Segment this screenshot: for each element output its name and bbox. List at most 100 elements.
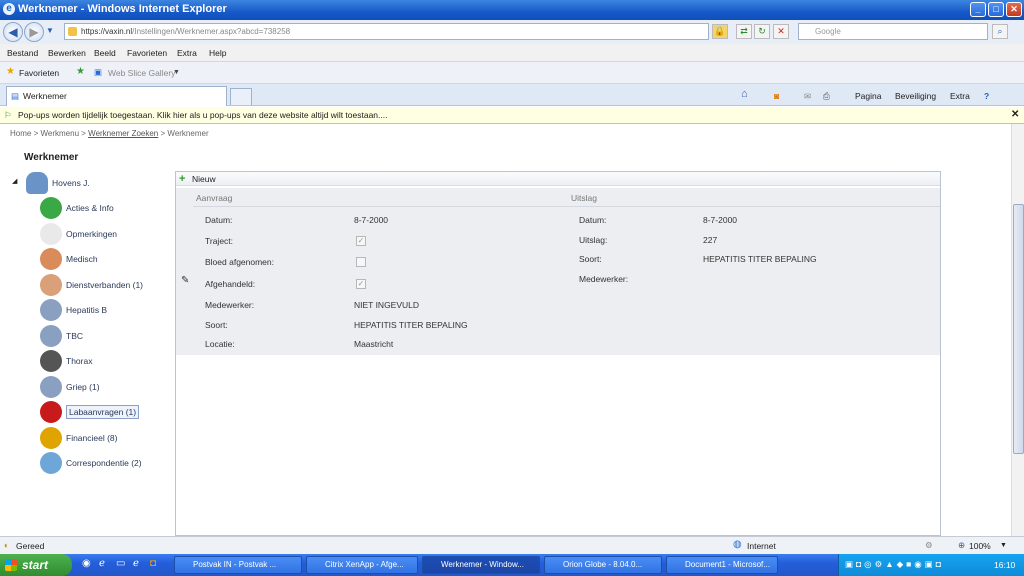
- uitslag-medewerker-label: Medewerker:: [579, 274, 629, 284]
- home-icon[interactable]: ⌂: [741, 88, 748, 100]
- quicklaunch-ie-icon[interactable]: ℯ: [99, 558, 105, 569]
- quicklaunch-outlook-icon[interactable]: ◘: [150, 558, 156, 569]
- acties-info-icon: [40, 197, 62, 219]
- zoom-icon[interactable]: ⊕: [958, 540, 965, 551]
- zoom-level[interactable]: 100%: [969, 541, 991, 551]
- menu-bewerken[interactable]: Bewerken: [48, 48, 86, 58]
- lock-icon[interactable]: 🔒: [712, 24, 728, 39]
- sidebar-item-thorax[interactable]: Thorax: [38, 349, 168, 373]
- minimize-button[interactable]: _: [970, 2, 986, 17]
- compatibility-icon[interactable]: ⇄: [736, 24, 752, 39]
- tray-icons[interactable]: ▣◘◎⚙▲◆■◉▣◘: [845, 559, 944, 570]
- cmd-pagina[interactable]: Pagina: [855, 91, 881, 101]
- taskbar-outlook[interactable]: Postvak IN - Postvak ...: [174, 556, 302, 574]
- help-icon[interactable]: ?: [984, 91, 989, 101]
- cmd-beveiliging[interactable]: Beveiliging: [895, 91, 936, 101]
- start-button[interactable]: start: [0, 554, 72, 576]
- edit-pencil-icon[interactable]: ✎: [181, 275, 189, 286]
- sidebar-item-griep[interactable]: Griep (1): [38, 375, 168, 399]
- quicklaunch-browser-icon[interactable]: ◉: [82, 558, 91, 569]
- locatie-label: Locatie:: [205, 339, 235, 349]
- sidebar-item-tbc[interactable]: TBC: [38, 324, 168, 348]
- aanvraag-datum-value: 8-7-2000: [354, 215, 389, 225]
- add-icon[interactable]: +: [179, 172, 185, 186]
- sidebar-item-labaanvragen[interactable]: Labaanvragen (1): [38, 400, 168, 424]
- menu-extra[interactable]: Extra: [177, 48, 197, 58]
- mail-icon[interactable]: ✉: [804, 91, 811, 102]
- crumb-werkmenu[interactable]: Werkmenu: [40, 129, 79, 138]
- feeds-icon[interactable]: ◙: [774, 91, 779, 101]
- favorites-button[interactable]: Favorieten: [19, 68, 59, 78]
- add-favorite-icon[interactable]: ★: [76, 66, 85, 77]
- forward-button[interactable]: ▶: [24, 22, 44, 42]
- afgehandeld-checkbox[interactable]: ✓: [356, 279, 366, 289]
- quicklaunch-desktop-icon[interactable]: ▭: [116, 558, 125, 569]
- infobar-close-icon[interactable]: ✕: [1011, 107, 1019, 123]
- search-icon[interactable]: ⌕: [992, 24, 1008, 39]
- person-icon: [26, 172, 48, 194]
- menu-favorieten[interactable]: Favorieten: [127, 48, 167, 58]
- back-button[interactable]: ◀: [3, 22, 23, 42]
- quicklaunch-ie2-icon[interactable]: ℯ: [133, 558, 139, 569]
- tree-collapse-icon[interactable]: ◢: [12, 177, 17, 185]
- taskbar-word[interactable]: Document1 - Microsof...: [666, 556, 778, 574]
- afgehandeld-label: Afgehandeld:: [205, 279, 256, 289]
- print-icon[interactable]: ⎙: [823, 91, 830, 102]
- sidebar-item-medisch[interactable]: Medisch: [38, 247, 168, 271]
- sidebar-person[interactable]: Hovens J.: [24, 171, 154, 195]
- history-dropdown-icon[interactable]: ▼: [46, 26, 54, 35]
- close-window-button[interactable]: ✕: [1006, 2, 1022, 17]
- taskbar-citrix[interactable]: Citrix XenApp - Afge...: [306, 556, 418, 574]
- aanvraag-medewerker-label: Medewerker:: [205, 300, 255, 310]
- status-icon: ◐: [4, 540, 10, 550]
- search-input[interactable]: Google: [798, 23, 988, 40]
- tab-werknemer[interactable]: ▤ Werknemer: [6, 86, 227, 106]
- tab-page-icon: ▤: [11, 91, 20, 101]
- uitslag-datum-value: 8-7-2000: [703, 215, 738, 225]
- traject-checkbox[interactable]: ✓: [356, 236, 366, 246]
- sidebar-item-label: Acties & Info: [66, 203, 114, 213]
- locatie-value: Maastricht: [354, 339, 394, 349]
- crumb-home[interactable]: Home: [10, 129, 31, 138]
- financieel-icon: [40, 426, 62, 449]
- zoom-dropdown-icon[interactable]: ▼: [1000, 542, 1007, 549]
- taskbar-orion[interactable]: Orion Globe - 8.04.0...: [544, 556, 662, 574]
- stop-icon[interactable]: ✕: [773, 24, 789, 39]
- address-input[interactable]: https://vaxin.nl/Instellingen/Werknemer.…: [64, 23, 709, 40]
- sidebar-item-hepatitis-b[interactable]: Hepatitis B: [38, 298, 168, 322]
- ie-logo-icon: e: [3, 3, 15, 15]
- aanvraag-medewerker-value: NIET INGEVULD: [354, 300, 420, 310]
- window-title: Werknemer - Windows Internet Explorer: [18, 3, 227, 15]
- sidebar-item-opmerkingen[interactable]: Opmerkingen: [38, 222, 168, 246]
- popup-infobar[interactable]: ⚐ Pop-ups worden tijdelijk toegestaan. K…: [0, 107, 1024, 124]
- hepatitis-b-icon: [40, 299, 62, 321]
- new-tab-button[interactable]: [230, 88, 252, 105]
- crumb-werknemer-zoeken[interactable]: Werknemer Zoeken: [88, 129, 158, 138]
- uitslag-label: Uitslag:: [579, 235, 608, 245]
- menu-bestand[interactable]: Bestand: [7, 48, 38, 58]
- menu-beeld[interactable]: Beeld: [94, 48, 116, 58]
- sidebar-item-dienstverbanden[interactable]: Dienstverbanden (1): [38, 273, 168, 297]
- zone-text: Internet: [747, 541, 776, 551]
- uitslag-soort-label: Soort:: [579, 254, 602, 264]
- uitslag-soort-value: HEPATITIS TITER BEPALING: [703, 254, 817, 264]
- chevron-down-icon[interactable]: ▼: [173, 69, 180, 76]
- cmd-extra[interactable]: Extra: [950, 91, 970, 101]
- crumb-sep: >: [160, 129, 166, 138]
- sidebar-item-financieel[interactable]: Financieel (8): [38, 426, 168, 450]
- new-button[interactable]: Nieuw: [192, 174, 216, 184]
- sidebar-item-correspondentie[interactable]: Correspondentie (2): [38, 451, 168, 475]
- clock: 16:10: [994, 560, 1016, 570]
- bloed-afgenomen-checkbox[interactable]: [356, 257, 366, 267]
- taskbar-werknemer[interactable]: Werknemer - Window...: [422, 556, 540, 574]
- refresh-icon[interactable]: ↻: [754, 24, 770, 39]
- dienstverbanden-icon: [40, 273, 62, 296]
- menu-help[interactable]: Help: [209, 48, 226, 58]
- sidebar-item-acties-info[interactable]: Acties & Info: [38, 196, 168, 220]
- web-slice-gallery-link[interactable]: Web Slice Gallery: [108, 68, 175, 78]
- maximize-button[interactable]: □: [988, 2, 1004, 17]
- crumb-current: Werknemer: [167, 129, 209, 138]
- protected-mode-icon[interactable]: ⚙: [925, 540, 933, 551]
- vertical-scrollbar[interactable]: [1011, 124, 1024, 536]
- scrollbar-thumb[interactable]: [1013, 204, 1024, 454]
